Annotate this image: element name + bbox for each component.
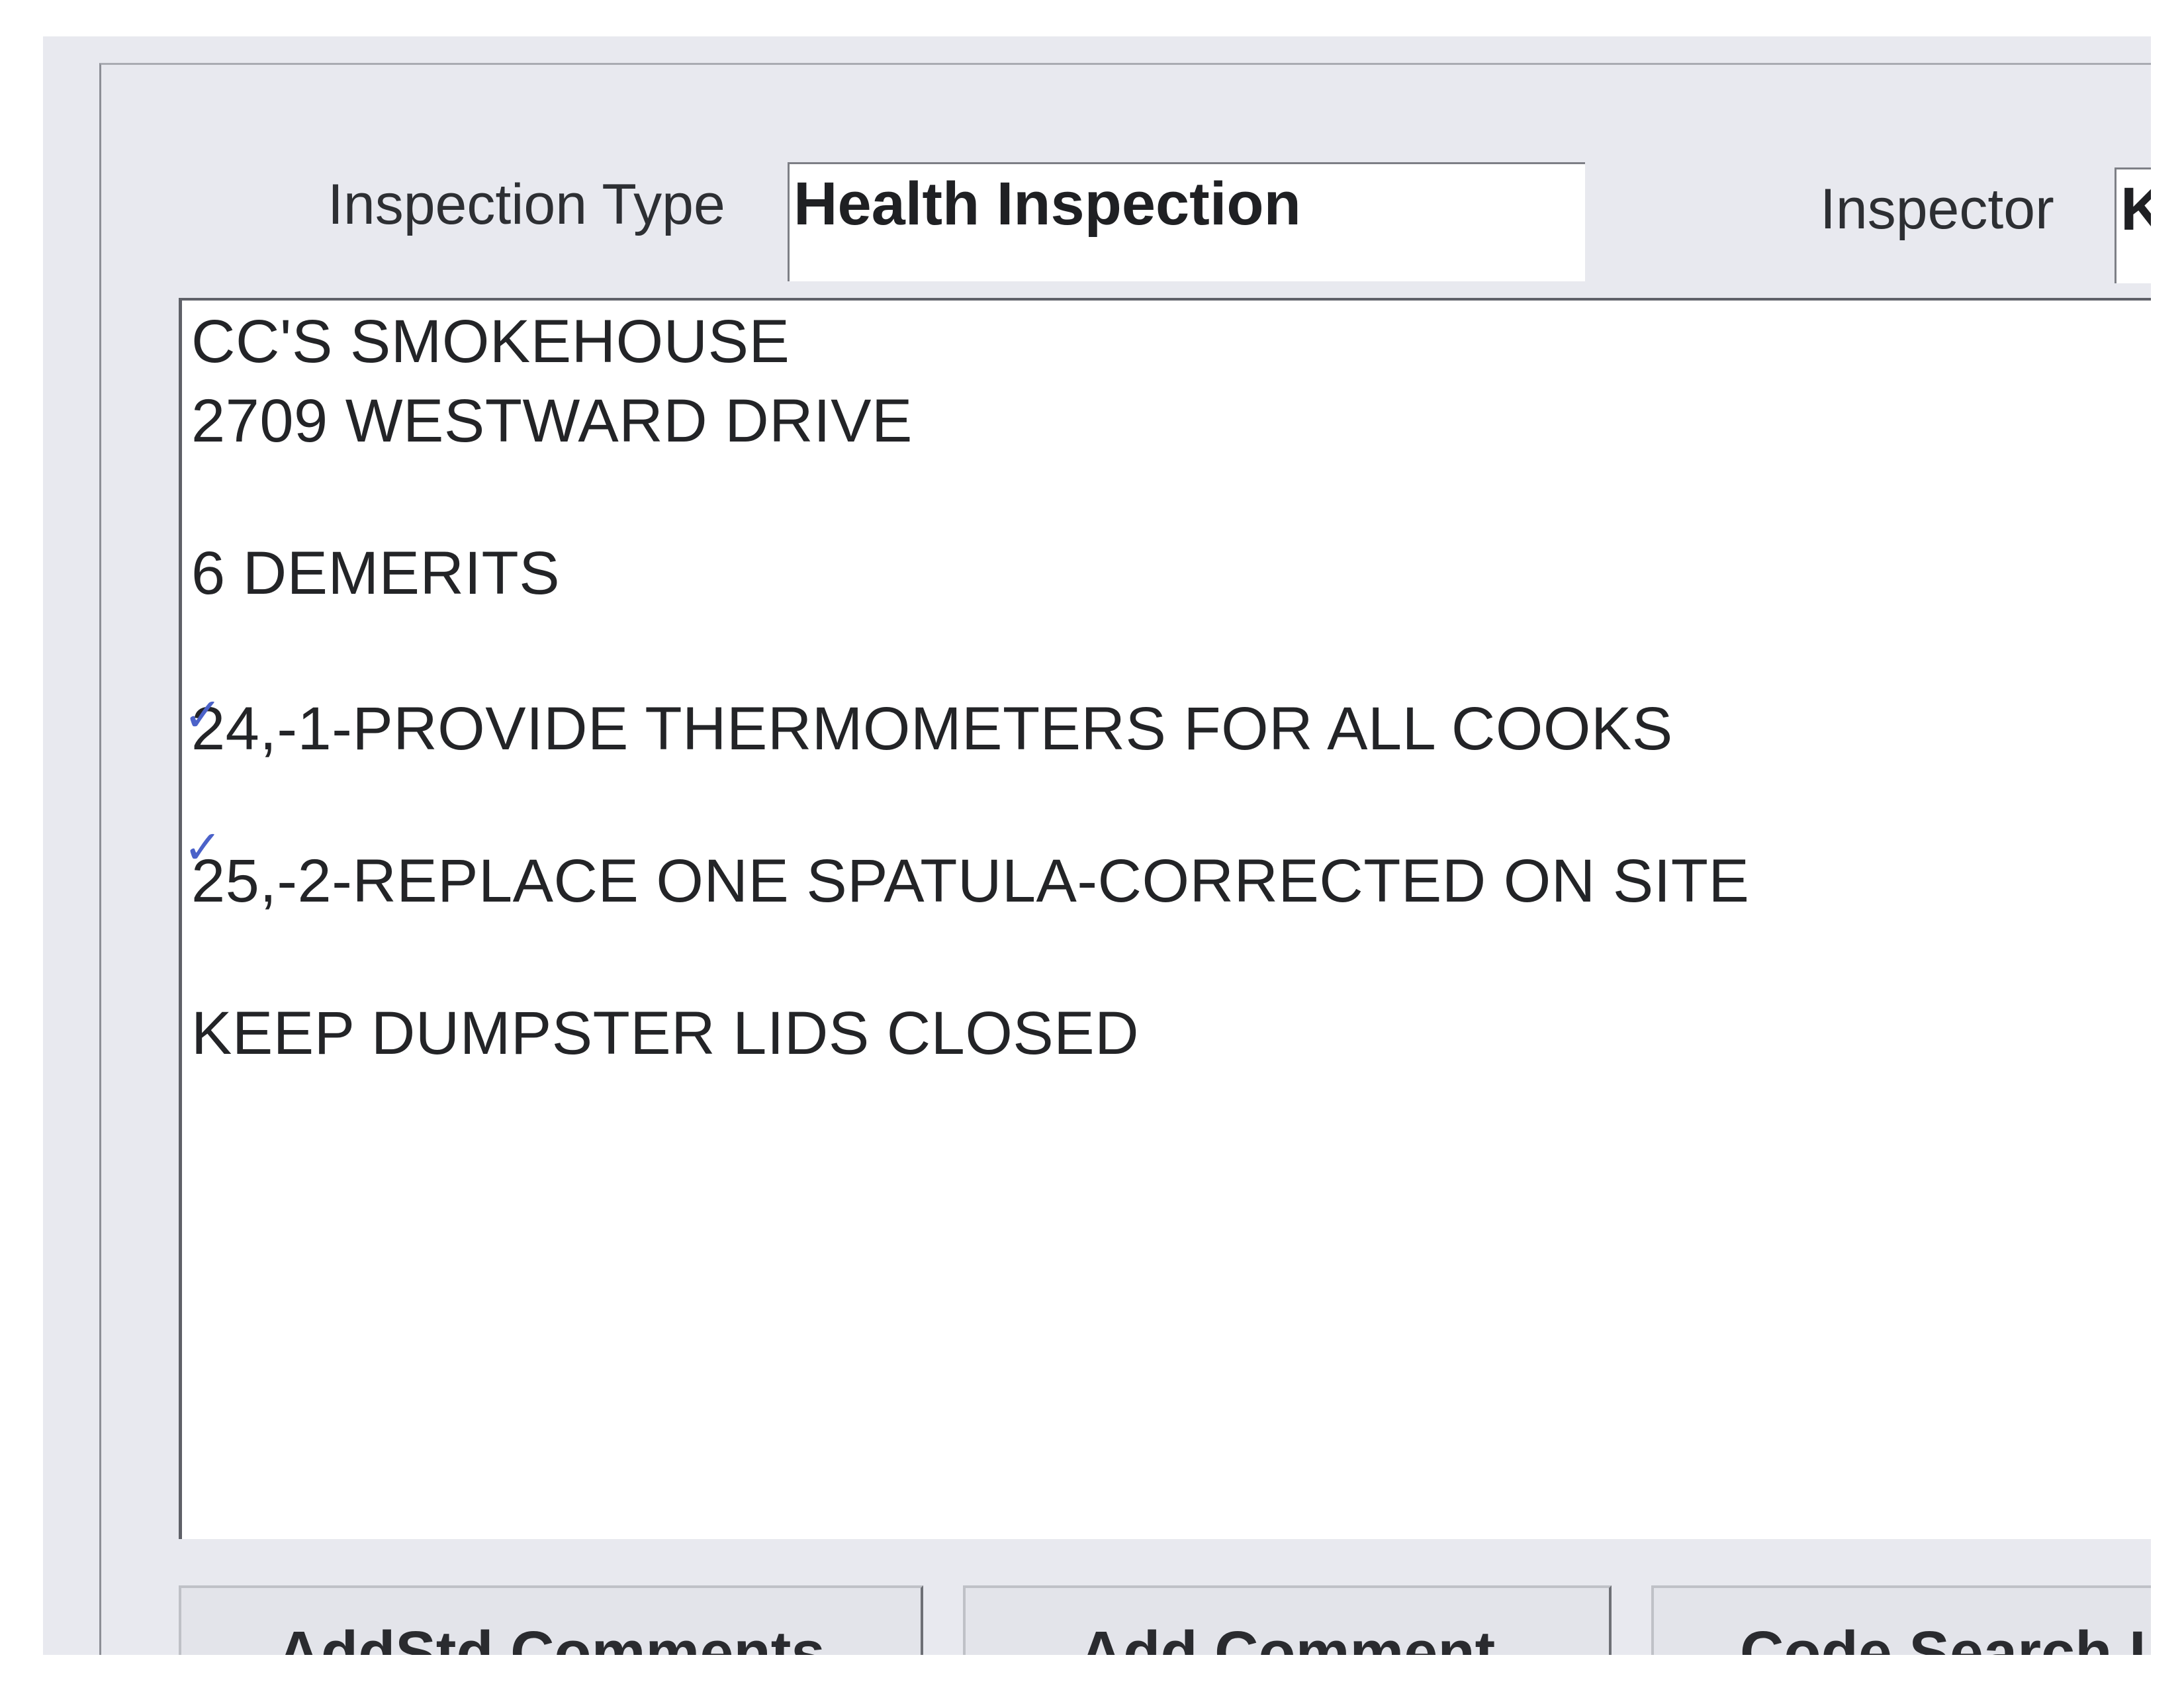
comment-line: 2709 WESTWARD DRIVE [191,387,913,455]
inspection-type-field[interactable]: Health Inspection [788,162,1585,281]
button-mnemonic: A [1079,1618,1124,1656]
inspector-field[interactable]: Ke [2115,167,2151,283]
comment-line: KEEP DUMPSTER LIDS CLOSED [191,1000,1140,1067]
inspector-label: Inspector [1820,177,2054,241]
button-label-prefix: Add [277,1618,396,1656]
check-mark-icon: ✓ [183,689,222,741]
code-search-button[interactable]: Code Search Li [1651,1585,2151,1655]
comment-line: CC'S SMOKEHOUSE [191,308,790,375]
comment-line: 25,-2-REPLACE ONE SPATULA-CORRECTED ON S… [191,847,1750,915]
button-mnemonic: S [395,1618,436,1656]
inspection-window: Inspection Type Health Inspection Inspec… [43,36,2151,1655]
inspection-type-label: Inspection Type [328,173,725,236]
check-mark-icon: ✓ [183,821,222,873]
button-label-suffix: dd Comment [1123,1618,1496,1656]
comment-line: 6 DEMERITS [191,539,561,607]
add-std-comments-button[interactable]: Add Std Comments [179,1585,923,1655]
button-label-suffix: td Comments [435,1618,825,1656]
add-comment-button[interactable]: Add Comment [963,1585,1612,1655]
comments-textarea[interactable]: CC'S SMOKEHOUSE 2709 WESTWARD DRIVE 6 DE… [179,298,2151,1539]
comment-line: 24,-1-PROVIDE THERMOMETERS FOR ALL COOKS [191,695,1673,763]
